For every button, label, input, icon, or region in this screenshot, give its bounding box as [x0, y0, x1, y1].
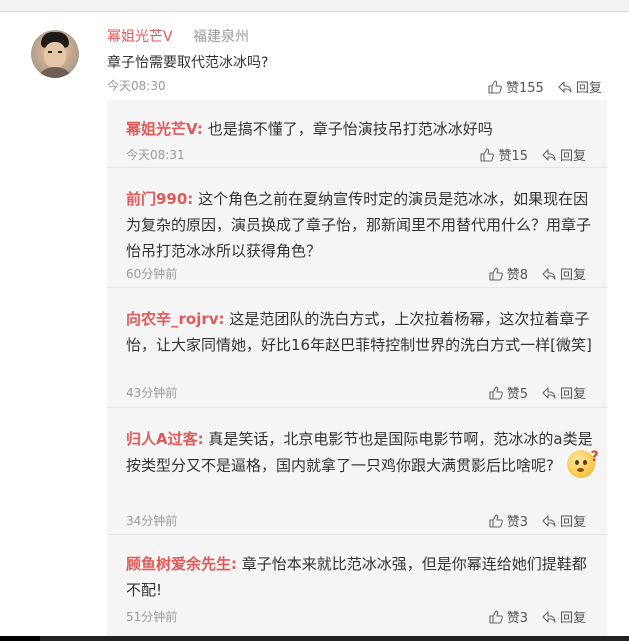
reply-label: 回复: [559, 387, 586, 402]
avatar[interactable]: [31, 30, 79, 78]
thumbs-up-icon: [489, 385, 503, 400]
reply-item: 向农辛_rojrv: 这是范团队的洗白方式，上次拉着杨幂，这次拉着章子怡，让大家…: [107, 288, 607, 408]
like-button[interactable]: 赞3: [489, 607, 528, 626]
reply-time: 43分钟前: [126, 386, 178, 400]
reply-arrow-icon: [542, 514, 556, 527]
like-count: 赞155: [506, 81, 544, 96]
reply-text: 这个角色之前在夏纳宣传时定的演员是范冰冰，如果现在因为复杂的原因，演员换成了章子…: [126, 190, 592, 260]
reply-arrow-icon: [542, 267, 556, 280]
thumbs-up-icon: [480, 147, 495, 162]
reply-arrow-icon: [542, 610, 556, 623]
like-button[interactable]: 赞155: [488, 77, 544, 96]
reply-text: 也是搞不懂了，章子怡演技吊打范冰冰好吗: [207, 120, 493, 138]
reply-author[interactable]: 前门990:: [126, 190, 193, 208]
reply-item: 归人A过客: 真是笑话，北京电影节也是国际电影节啊，范冰冰的a类是按类型分又不是…: [107, 408, 607, 535]
author-name[interactable]: 幂姐光芒V: [107, 26, 173, 46]
reply-author[interactable]: 向农辛_rojrv:: [126, 310, 225, 328]
like-count: 赞8: [506, 268, 528, 283]
author-location: 福建泉州: [193, 29, 249, 45]
like-count: 赞3: [506, 611, 528, 626]
reply-button[interactable]: 回复: [542, 264, 586, 283]
reply-actions: 赞3 回复: [489, 607, 586, 626]
reply-item: 前门990: 这个角色之前在夏纳宣传时定的演员是范冰冰，如果现在因为复杂的原因，…: [107, 168, 607, 288]
like-button[interactable]: 赞3: [489, 511, 528, 530]
thumbs-up-icon: [489, 266, 503, 281]
reply-item: 幂姐光芒V: 也是搞不懂了，章子怡演技吊打范冰冰好吗 今天08:31 赞15 回…: [107, 100, 607, 168]
like-count: 赞3: [506, 515, 528, 530]
reply-actions: 赞8 回复: [489, 264, 586, 283]
reply-button[interactable]: 回复: [542, 383, 586, 402]
bottom-edge: [0, 636, 629, 641]
reply-item: 顾鱼树爱余先生: 章子怡本来就比范冰冰强，但是你幂连给她们提鞋都不配! 51分钟…: [107, 535, 607, 635]
thumbs-up-icon: [489, 513, 503, 528]
thumbs-up-icon: [489, 609, 503, 624]
reply-label: 回复: [559, 149, 586, 164]
comment-text: 章子怡需要取代范冰冰吗?: [107, 55, 269, 71]
reply-button[interactable]: 回复: [542, 145, 586, 164]
reply-label: 回复: [559, 515, 586, 530]
reply-author[interactable]: 顾鱼树爱余先生:: [126, 555, 237, 573]
reply-time: 34分钟前: [126, 514, 178, 528]
like-button[interactable]: 赞5: [489, 383, 528, 402]
reply-label: 回复: [559, 611, 586, 626]
reply-time: 60分钟前: [126, 267, 178, 281]
reply-author[interactable]: 归人A过客:: [126, 430, 204, 448]
like-button[interactable]: 赞8: [489, 264, 528, 283]
top-divider: [0, 0, 629, 12]
reply-actions: 赞5 回复: [489, 383, 586, 402]
reply-arrow-icon: [542, 148, 556, 161]
reply-time: 今天08:31: [126, 148, 185, 162]
reply-actions: 赞3 回复: [489, 511, 586, 530]
reply-label: 回复: [559, 268, 586, 283]
reply-arrow-icon: [558, 80, 572, 93]
comment-time: 今天08:30: [107, 79, 166, 93]
thinking-face-emoji: ?: [566, 449, 599, 478]
thumbs-up-icon: [488, 79, 502, 94]
reply-label: 回复: [575, 81, 602, 96]
reply-actions: 赞15 回复: [480, 145, 586, 164]
reply-list: 幂姐光芒V: 也是搞不懂了，章子怡演技吊打范冰冰好吗 今天08:31 赞15 回…: [107, 100, 607, 641]
reply-button[interactable]: 回复: [558, 77, 602, 96]
like-count: 赞15: [498, 149, 528, 164]
comment-actions: 赞155 回复: [488, 77, 602, 96]
reply-author[interactable]: 幂姐光芒V:: [126, 120, 203, 138]
like-button[interactable]: 赞15: [480, 145, 528, 164]
reply-time: 51分钟前: [126, 610, 178, 624]
reply-button[interactable]: 回复: [542, 511, 586, 530]
like-count: 赞5: [506, 387, 528, 402]
reply-button[interactable]: 回复: [542, 607, 586, 626]
reply-arrow-icon: [542, 386, 556, 399]
